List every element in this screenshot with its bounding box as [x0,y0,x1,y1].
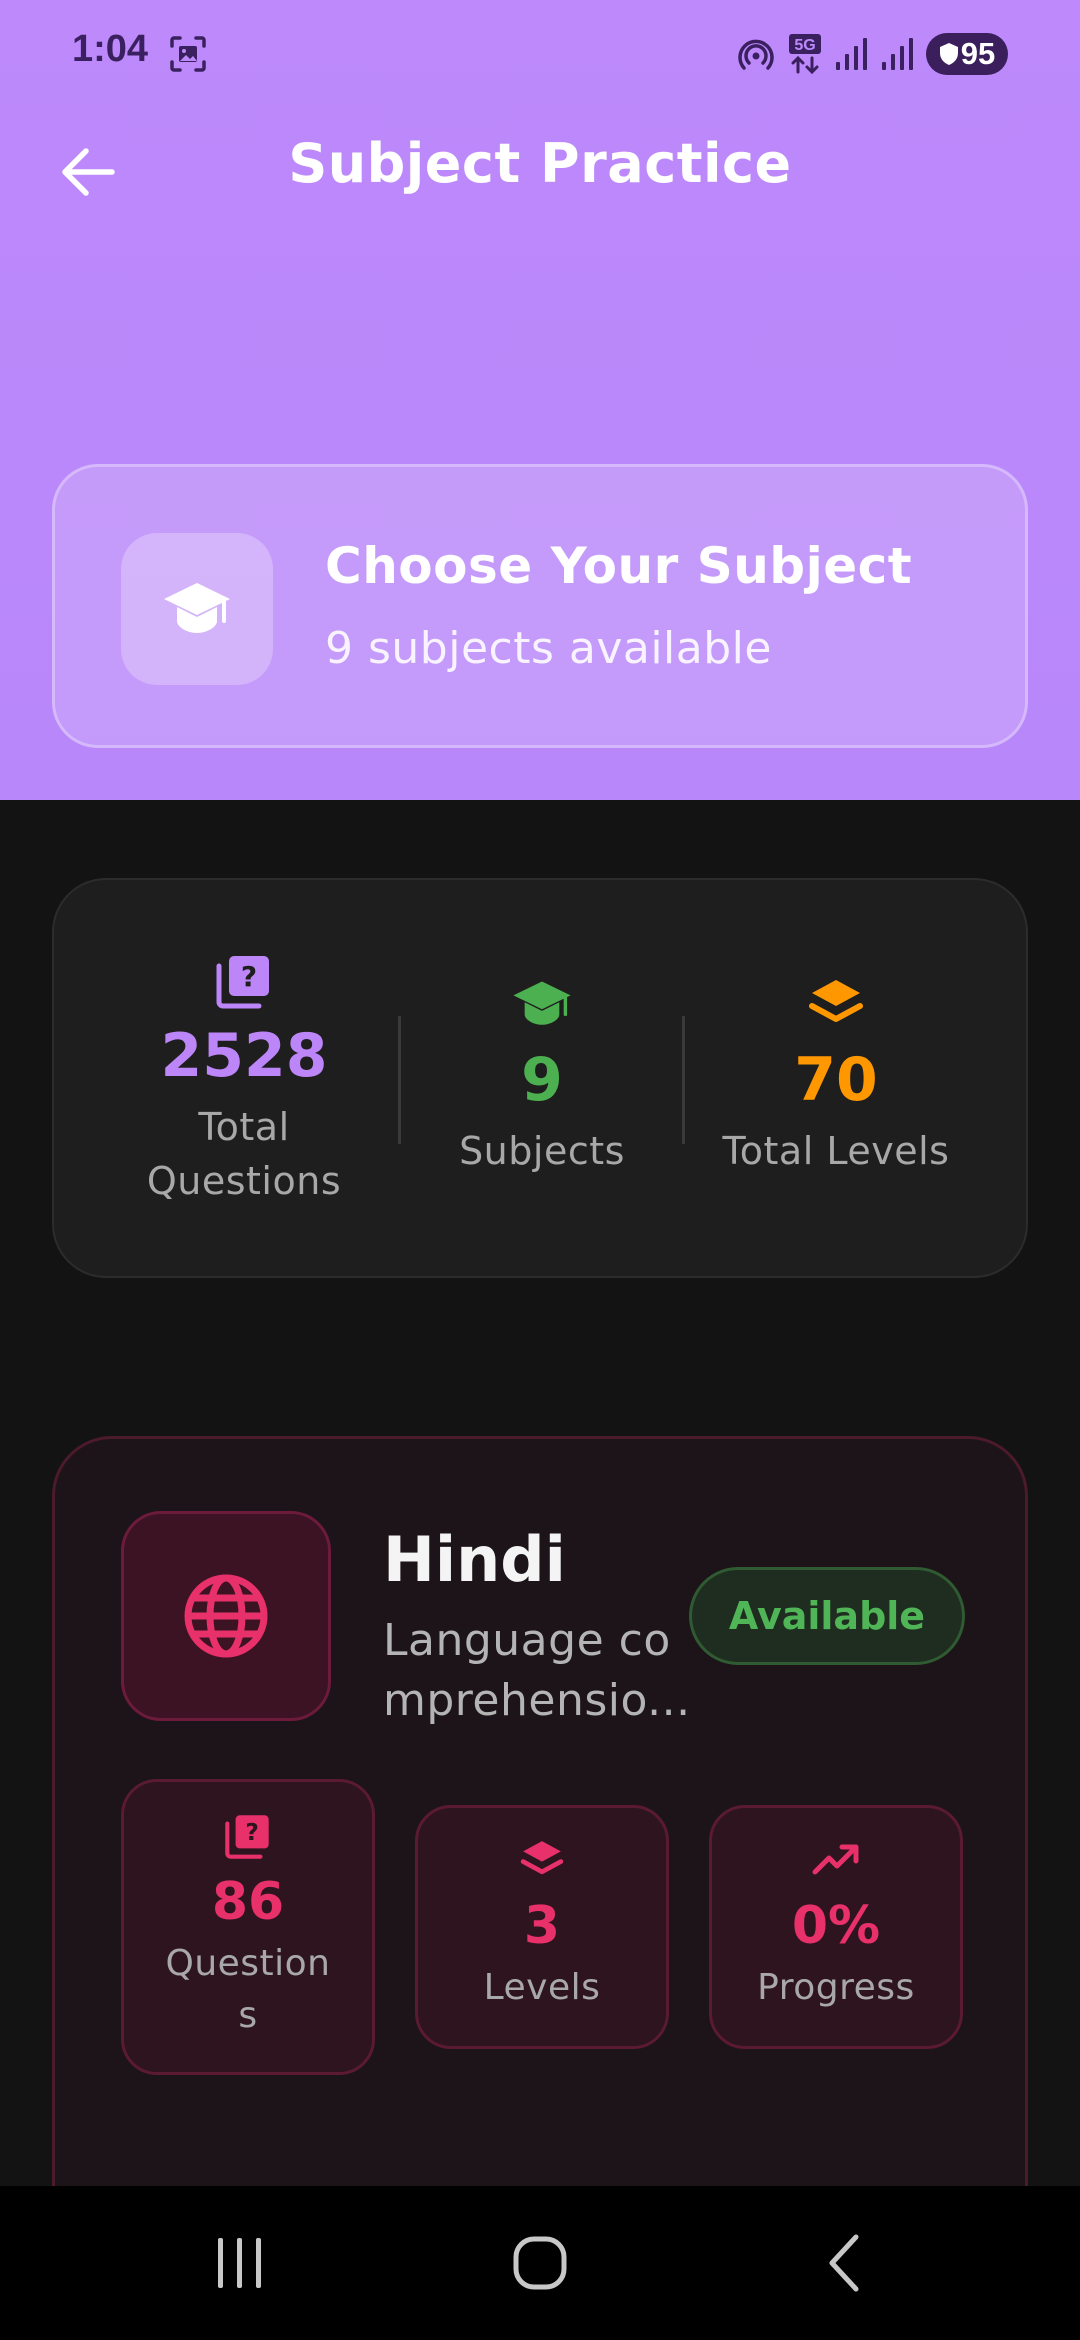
system-navigation-bar [0,2186,1080,2340]
stat-divider [398,1016,401,1144]
recents-button[interactable] [160,2186,320,2340]
graduation-cap-icon [513,981,571,1025]
recents-icon [218,2238,261,2288]
globe-icon [184,1574,268,1658]
subject-name: Hindi [383,1523,566,1596]
stat-subjects-value: 9 [521,1045,563,1115]
header: 1:04 5G 95 Subject Practice Choose Your … [0,0,1080,800]
stat-total-levels-value: 70 [794,1045,878,1115]
choose-subject-card: Choose Your Subject 9 subjects available [52,464,1028,748]
subject-icon-box [121,1511,331,1721]
subject-stat-progress: 0% Progress [709,1805,963,2049]
layers-icon [520,1841,564,1875]
svg-text:5G: 5G [794,37,815,54]
stat-total-questions-value: 2528 [160,1021,328,1091]
page-title: Subject Practice [288,132,792,195]
status-bar: 1:04 5G 95 [0,0,1080,106]
status-time: 1:04 [72,28,149,70]
subjects-available-count: 9 subjects available [325,623,772,674]
svg-text:?: ? [245,1819,258,1846]
layers-icon [809,980,863,1022]
choose-subject-title: Choose Your Subject [325,537,913,595]
subject-progress-label: Progress [757,1967,915,2008]
svg-text:?: ? [241,960,257,993]
home-icon [513,2236,567,2290]
stat-total-questions-label: Total Questions [146,1105,342,1203]
stats-summary-card: ? 2528 Total Questions 9 Subjects 70 Tot… [52,878,1028,1278]
nav-back-icon [829,2234,859,2292]
screenshot-icon [168,34,208,74]
subject-levels-value: 3 [523,1896,561,1956]
hotspot-icon [738,39,774,70]
subject-questions-label: Questions [165,1943,331,2036]
choose-subject-icon-box [121,533,273,685]
battery-indicator: 95 [926,33,1008,75]
5g-data-icon: 5G [789,34,821,75]
graduation-cap-icon [164,583,230,633]
trending-up-icon [812,1844,859,1875]
subject-practice-screen: 1:04 5G 95 Subject Practice Choose Your … [0,0,1080,2340]
subject-stat-levels: 3 Levels [415,1805,669,2049]
stat-divider [682,1016,685,1144]
question-stack-icon: ? [216,956,269,1009]
subject-levels-label: Levels [483,1967,601,2008]
battery-level: 95 [960,36,996,71]
question-stack-icon: ? [225,1815,269,1859]
stat-subjects: 9 Subjects [402,880,682,1280]
status-icons: 5G 95 [736,32,1008,76]
stat-total-questions: ? 2528 Total Questions [94,880,394,1280]
subject-progress-value: 0% [791,1896,881,1956]
signal-strength-icon [836,38,867,70]
battery-shield-icon [939,43,958,65]
subject-stat-questions: ? 86 Questions [121,1779,375,2075]
home-button[interactable] [460,2186,620,2340]
status-badge: Available [689,1567,965,1665]
nav-back-button[interactable] [764,2186,924,2340]
stat-total-levels: 70 Total Levels [686,880,986,1280]
signal-strength-icon-2 [882,38,913,70]
stat-subjects-label: Subjects [459,1129,625,1173]
subject-description: Language comprehensio... [383,1615,691,1726]
subject-questions-value: 86 [211,1872,285,1932]
stat-total-levels-label: Total Levels [722,1129,950,1173]
